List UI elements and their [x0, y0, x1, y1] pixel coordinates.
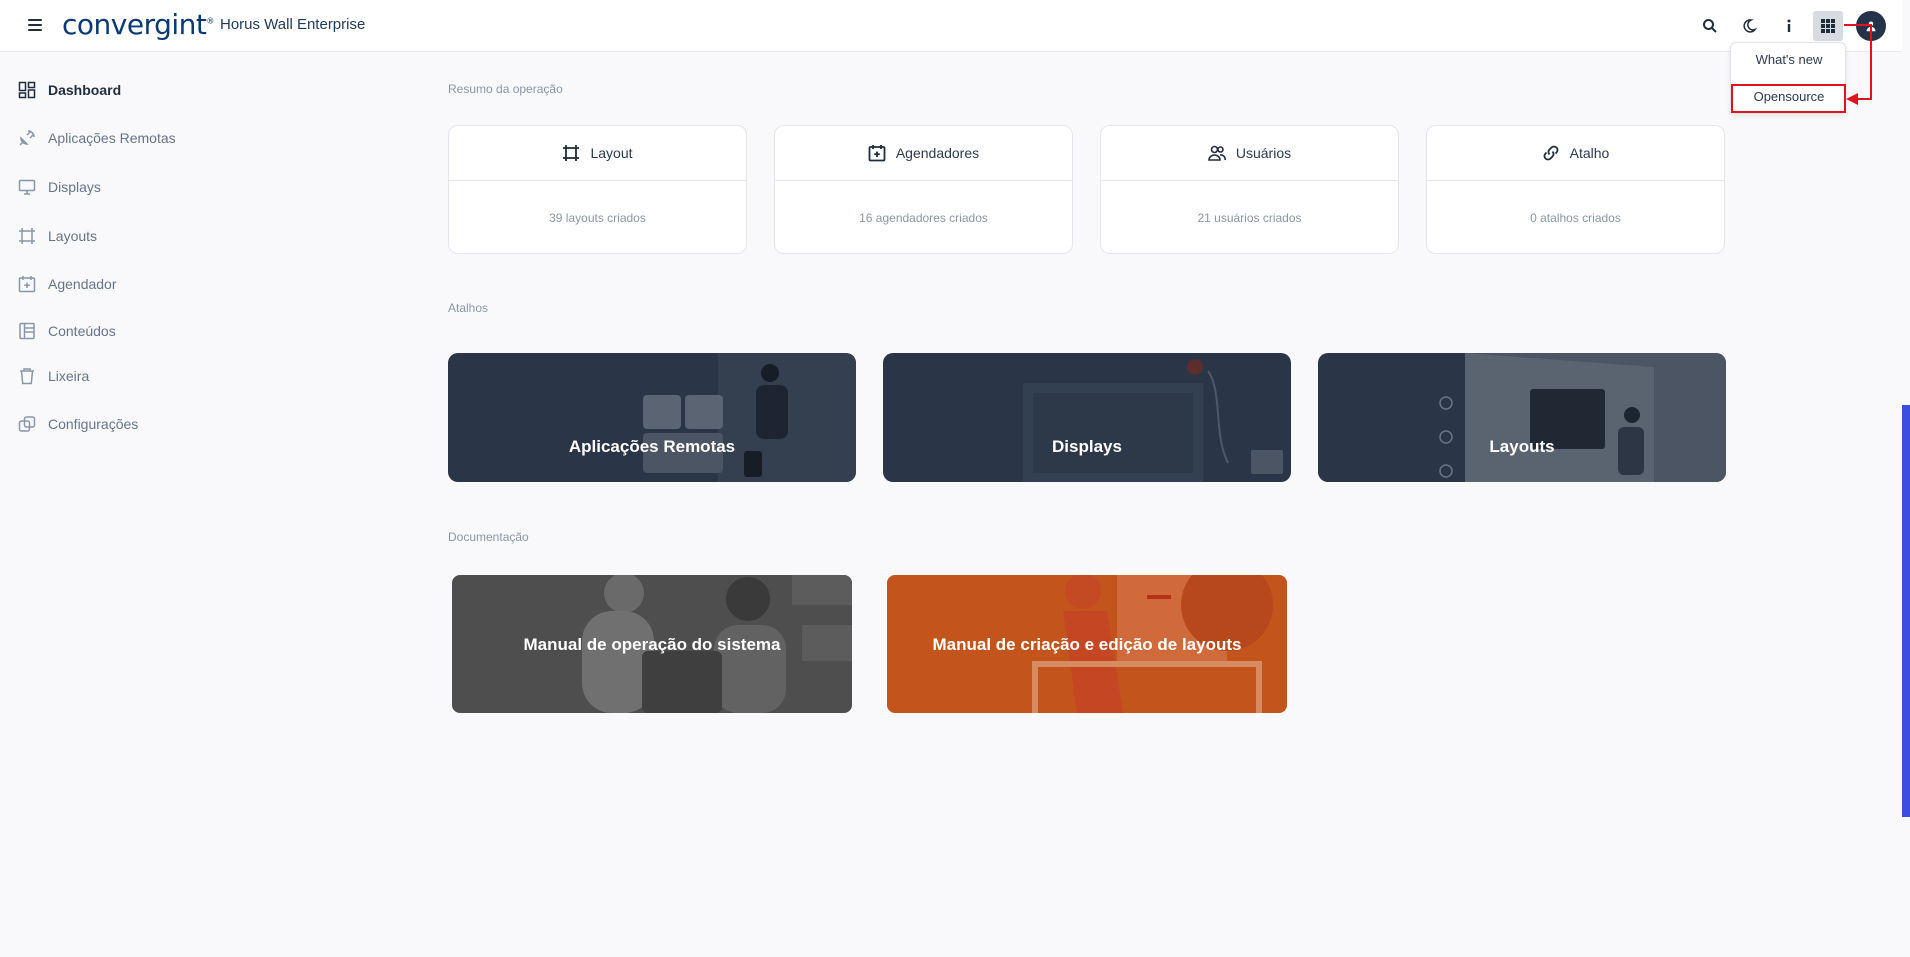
apps-grid-icon[interactable] [1813, 11, 1843, 41]
logo-text: convergint [62, 8, 207, 41]
sidebar-item-label: Configurações [48, 416, 139, 432]
stat-card-layout[interactable]: Layout 39 layouts criados [448, 125, 747, 254]
sidebar: Dashboard Aplicações Remotas Displays La… [0, 53, 420, 957]
top-bar: convergint® Horus Wall Enterprise [0, 0, 1902, 52]
trash-icon [20, 368, 34, 385]
sidebar-item-label: Dashboard [48, 82, 122, 98]
stat-card-title: Agendadores [895, 145, 980, 161]
stat-card-count: 21 usuários criados [1197, 211, 1302, 225]
annotation-line [1870, 24, 1872, 100]
section-title-resumo: Resumo da operação [448, 82, 563, 96]
layout-editor-illustration [1439, 353, 1726, 482]
users-icon [1208, 145, 1226, 161]
shortcut-label: Layouts [1489, 437, 1555, 456]
sidebar-item-agendador[interactable]: Agendador [18, 271, 117, 297]
section-title-documentacao: Documentação [448, 530, 529, 544]
sidebar-item-label: Layouts [48, 228, 98, 244]
stat-card-count: 16 agendadores criados [859, 211, 988, 225]
sidebar-item-label: Lixeira [48, 368, 90, 384]
moon-icon[interactable] [1734, 11, 1764, 41]
highlight-box [1731, 84, 1846, 113]
stat-card-header: Layout [449, 126, 746, 181]
sidebar-item-label: Aplicações Remotas [48, 130, 176, 146]
shortcut-label: Aplicações Remotas [568, 437, 736, 456]
crop-icon [19, 228, 35, 244]
menu-item-whats-new[interactable]: What's new [1731, 47, 1847, 73]
link-icon [1543, 145, 1559, 161]
sidebar-item-label: Conteúdos [48, 323, 116, 339]
shortcut-aplicacoes-remotas[interactable]: Aplicações Remotas [448, 353, 856, 482]
layout-panel-icon [19, 322, 35, 340]
people-illustration [643, 353, 856, 482]
stat-card-count: 0 atalhos criados [1530, 211, 1621, 225]
stat-card-atalho[interactable]: Atalho 0 atalhos criados [1426, 125, 1725, 254]
logo: convergint® [62, 8, 214, 41]
doc-manual-operacao[interactable]: Manual de operação do sistema [452, 575, 852, 713]
calendar-plus-icon [18, 276, 36, 293]
stat-card-header: Atalho [1427, 126, 1724, 181]
annotation-line [1844, 24, 1872, 26]
doc-label: Manual de criação e edição de layouts [932, 635, 1242, 654]
calendar-plus-icon [868, 145, 886, 162]
scrollbar-thumb[interactable] [1902, 405, 1910, 817]
crop-icon [563, 145, 580, 161]
doc-manual-criacao-layouts[interactable]: Manual de criação e edição de layouts [887, 575, 1287, 713]
stat-card-header: Agendadores [775, 126, 1072, 181]
stat-card-count: 39 layouts criados [549, 211, 646, 225]
sidebar-item-displays[interactable]: Displays [18, 174, 101, 200]
stat-card-title: Layout [590, 145, 633, 161]
logo-registered-mark: ® [206, 16, 214, 26]
settings-icon [18, 416, 36, 432]
annotation-line [1856, 98, 1872, 100]
stat-card-usuarios[interactable]: Usuários 21 usuários criados [1100, 125, 1399, 254]
satellite-icon [19, 130, 35, 146]
sidebar-item-layouts[interactable]: Layouts [18, 223, 97, 249]
sidebar-item-label: Agendador [48, 276, 117, 292]
sidebar-item-dashboard[interactable]: Dashboard [18, 77, 121, 103]
sidebar-item-aplicacoes-remotas[interactable]: Aplicações Remotas [18, 125, 176, 151]
shortcut-displays[interactable]: Displays [883, 353, 1291, 482]
annotation-arrowhead [1846, 93, 1858, 105]
sidebar-item-lixeira[interactable]: Lixeira [18, 363, 89, 389]
shortcut-label: Displays [1052, 437, 1122, 456]
info-icon[interactable] [1774, 11, 1804, 41]
dashboard-icon [18, 81, 36, 99]
stat-card-title: Atalho [1569, 145, 1610, 161]
section-title-atalhos: Atalhos [448, 301, 489, 315]
monitor-icon [18, 179, 36, 195]
stat-card-header: Usuários [1101, 126, 1398, 181]
sidebar-item-configuracoes[interactable]: Configurações [18, 411, 138, 437]
menu-icon[interactable] [26, 16, 44, 34]
stat-card-agendadores[interactable]: Agendadores 16 agendadores criados [774, 125, 1073, 254]
sidebar-item-label: Displays [48, 179, 101, 195]
stat-card-title: Usuários [1235, 145, 1292, 161]
shortcut-layouts[interactable]: Layouts [1318, 353, 1726, 482]
doc-label: Manual de operação do sistema [523, 635, 781, 654]
screen-illustration [1023, 359, 1283, 482]
app-title: Horus Wall Enterprise [220, 16, 366, 33]
search-icon[interactable] [1695, 11, 1725, 41]
sidebar-item-conteudos[interactable]: Conteúdos [18, 318, 116, 344]
